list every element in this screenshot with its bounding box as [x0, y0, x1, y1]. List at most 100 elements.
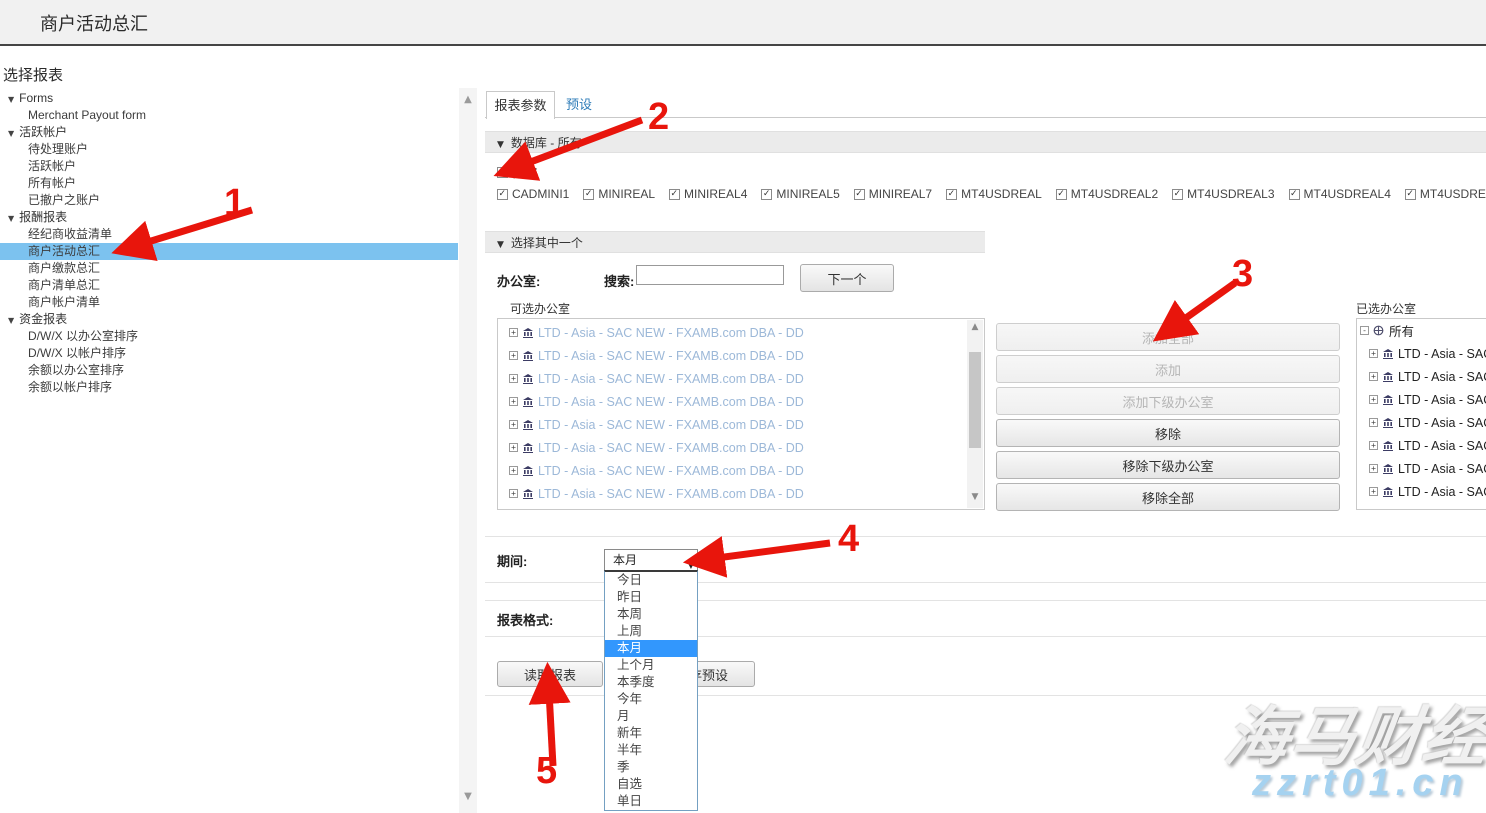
period-option[interactable]: 单日	[605, 793, 697, 810]
expand-plus-icon[interactable]: +	[1369, 487, 1378, 496]
expand-plus-icon[interactable]: +	[1369, 464, 1378, 473]
load-report-button[interactable]: 读取报表	[497, 661, 603, 687]
period-select[interactable]: 本月 ▼	[604, 549, 698, 571]
period-option[interactable]: 上个月	[605, 657, 697, 674]
period-option[interactable]: 本周	[605, 606, 697, 623]
sidebar-report-item[interactable]: 已撤户之账户	[0, 192, 458, 209]
tab-presets[interactable]: 预设	[556, 91, 602, 118]
add-all-button[interactable]: 添加全部	[996, 323, 1340, 351]
database-checkbox-item[interactable]: CADMINI1	[497, 187, 569, 201]
expand-plus-icon[interactable]: +	[509, 466, 518, 475]
sidebar-report-item[interactable]: 商户帐户清单	[0, 294, 458, 311]
sidebar-group[interactable]: ▼活跃帐户	[0, 124, 458, 141]
database-checkbox-item[interactable]: MT4USDREAL4	[1289, 187, 1391, 201]
scroll-up-icon[interactable]: ▲	[459, 94, 477, 110]
selected-office-item[interactable]: +LTD - Asia - SAC NEW - FXAMB.com DBA - …	[1357, 434, 1486, 457]
period-option[interactable]: 本月	[605, 640, 697, 657]
expand-plus-icon[interactable]: +	[1369, 372, 1378, 381]
expand-plus-icon[interactable]: +	[1369, 395, 1378, 404]
available-office-item[interactable]: +LTD - Asia - SAC NEW - FXAMB.com DBA - …	[498, 321, 966, 344]
available-offices-list[interactable]: +LTD - Asia - SAC NEW - FXAMB.com DBA - …	[497, 318, 985, 510]
sidebar-group[interactable]: ▼报酬报表	[0, 209, 458, 226]
expand-plus-icon[interactable]: +	[1369, 441, 1378, 450]
expand-plus-icon[interactable]: +	[509, 351, 518, 360]
period-option[interactable]: 月	[605, 708, 697, 725]
scrollbar-thumb[interactable]	[969, 352, 981, 448]
available-office-item[interactable]: +LTD - Asia - SAC NEW - FXAMB.com DBA - …	[498, 413, 966, 436]
sidebar-report-item[interactable]: 商户缴款总汇	[0, 260, 458, 277]
selected-office-item[interactable]: +LTD - Asia - SAC NEW - FXAMB.com DBA - …	[1357, 365, 1486, 388]
available-office-item[interactable]: +LTD - Asia - SAC NEW - FXAMB.com DBA - …	[498, 390, 966, 413]
office-section-header[interactable]: ▼选择其中一个	[485, 231, 985, 253]
expand-plus-icon[interactable]: +	[1369, 349, 1378, 358]
period-option[interactable]: 昨日	[605, 589, 697, 606]
selected-office-item[interactable]: +LTD - Asia - SAC NEW - FXAMB.com DBA - …	[1357, 411, 1486, 434]
selected-office-item[interactable]: +LTD - Asia - SAC NEW - FXAMB.com DBA - …	[1357, 342, 1486, 365]
available-office-item[interactable]: +LTD - Asia - SAC NEW - FXAMB.com DBA - …	[498, 436, 966, 459]
scroll-down-icon[interactable]: ▼	[459, 791, 477, 807]
sidebar-report-item[interactable]: 商户活动总汇	[0, 243, 458, 260]
list-scrollbar[interactable]: ▲ ▼	[967, 320, 983, 508]
available-office-item[interactable]: +LTD - Asia - SAC NEW - FXAMB.com DBA - …	[498, 459, 966, 482]
expand-plus-icon[interactable]: +	[509, 443, 518, 452]
database-checkbox-item[interactable]: MT4USDREAL2	[1056, 187, 1158, 201]
expand-plus-icon[interactable]: +	[509, 397, 518, 406]
main-scrollbar[interactable]: ▲ ▼	[459, 88, 477, 813]
remove-all-button[interactable]: 移除全部	[996, 483, 1340, 511]
checkbox-icon	[669, 189, 680, 200]
sidebar-report-item[interactable]: 经纪商收益清单	[0, 226, 458, 243]
database-checkbox-item[interactable]: MINIREAL7	[854, 187, 932, 201]
sidebar-report-item[interactable]: Merchant Payout form	[0, 107, 458, 124]
period-option[interactable]: 今年	[605, 691, 697, 708]
available-office-item[interactable]: +LTD - Asia - SAC NEW - FXAMB.com DBA - …	[498, 367, 966, 390]
selected-office-item[interactable]: +LTD - Asia - SAC NEW - FXAMB.com DBA - …	[1357, 480, 1486, 503]
selected-office-root[interactable]: -所有	[1357, 319, 1486, 342]
remove-button[interactable]: 移除	[996, 419, 1340, 447]
available-office-item[interactable]: +LTD - Asia - SAC NEW - FXAMB.com DBA - …	[498, 482, 966, 505]
selected-offices-list[interactable]: -所有+LTD - Asia - SAC NEW - FXAMB.com DBA…	[1356, 318, 1486, 510]
database-section-header[interactable]: ▼数据库 - 所有	[485, 131, 1486, 153]
period-option[interactable]: 季	[605, 759, 697, 776]
add-sub-offices-button[interactable]: 添加下级办公室	[996, 387, 1340, 415]
database-checkbox-item[interactable]: MINIREAL	[583, 187, 655, 201]
sidebar-report-item[interactable]: D/W/X 以帐户排序	[0, 345, 458, 362]
sidebar-report-item[interactable]: 活跃帐户	[0, 158, 458, 175]
selected-office-item[interactable]: +LTD - Asia - SAC NEW - FXAMB.com DBA - …	[1357, 388, 1486, 411]
expand-plus-icon[interactable]: +	[509, 420, 518, 429]
sidebar-report-item[interactable]: 商户清单总汇	[0, 277, 458, 294]
available-office-item[interactable]: +LTD - Asia - SAC NEW - FXAMB.com DBA - …	[498, 344, 966, 367]
database-checkbox-item[interactable]: MINIREAL4	[669, 187, 747, 201]
remove-sub-offices-button[interactable]: 移除下级办公室	[996, 451, 1340, 479]
scroll-down-icon[interactable]: ▼	[967, 492, 983, 506]
sidebar-report-item[interactable]: 待处理账户	[0, 141, 458, 158]
selected-office-item[interactable]: +LTD - Asia - SAC NEW - FXAMB.com DBA - …	[1357, 457, 1486, 480]
period-option[interactable]: 今日	[605, 572, 697, 589]
database-all-checkbox[interactable]: 所有	[497, 164, 537, 181]
sidebar-report-item[interactable]: 余额以帐户排序	[0, 379, 458, 396]
expand-plus-icon[interactable]: +	[509, 374, 518, 383]
expand-plus-icon[interactable]: +	[1369, 418, 1378, 427]
office-search-input[interactable]	[636, 265, 784, 285]
scroll-up-icon[interactable]: ▲	[967, 322, 983, 336]
add-button[interactable]: 添加	[996, 355, 1340, 383]
expand-plus-icon[interactable]: +	[509, 489, 518, 498]
database-checkbox-item[interactable]: MT4USDREAL5	[1405, 187, 1486, 201]
sidebar-report-item[interactable]: 余额以办公室排序	[0, 362, 458, 379]
next-button[interactable]: 下一个	[800, 264, 894, 292]
period-option[interactable]: 新年	[605, 725, 697, 742]
period-option[interactable]: 上周	[605, 623, 697, 640]
database-checkbox-item[interactable]: MT4USDREAL3	[1172, 187, 1274, 201]
tab-report-parameters[interactable]: 报表参数	[486, 91, 555, 119]
sidebar-report-item[interactable]: D/W/X 以办公室排序	[0, 328, 458, 345]
period-option[interactable]: 本季度	[605, 674, 697, 691]
expand-plus-icon[interactable]: +	[509, 328, 518, 337]
period-option[interactable]: 半年	[605, 742, 697, 759]
sidebar-group[interactable]: ▼资金报表	[0, 311, 458, 328]
sidebar-group[interactable]: ▼Forms	[0, 90, 458, 107]
sidebar-report-item[interactable]: 所有帐户	[0, 175, 458, 192]
period-option[interactable]: 自选	[605, 776, 697, 793]
collapse-minus-icon[interactable]: -	[1360, 326, 1369, 335]
database-checkbox-item[interactable]: MT4USDREAL	[946, 187, 1042, 201]
database-checkbox-item[interactable]: MINIREAL5	[761, 187, 839, 201]
tabstrip-divider	[485, 117, 1486, 118]
